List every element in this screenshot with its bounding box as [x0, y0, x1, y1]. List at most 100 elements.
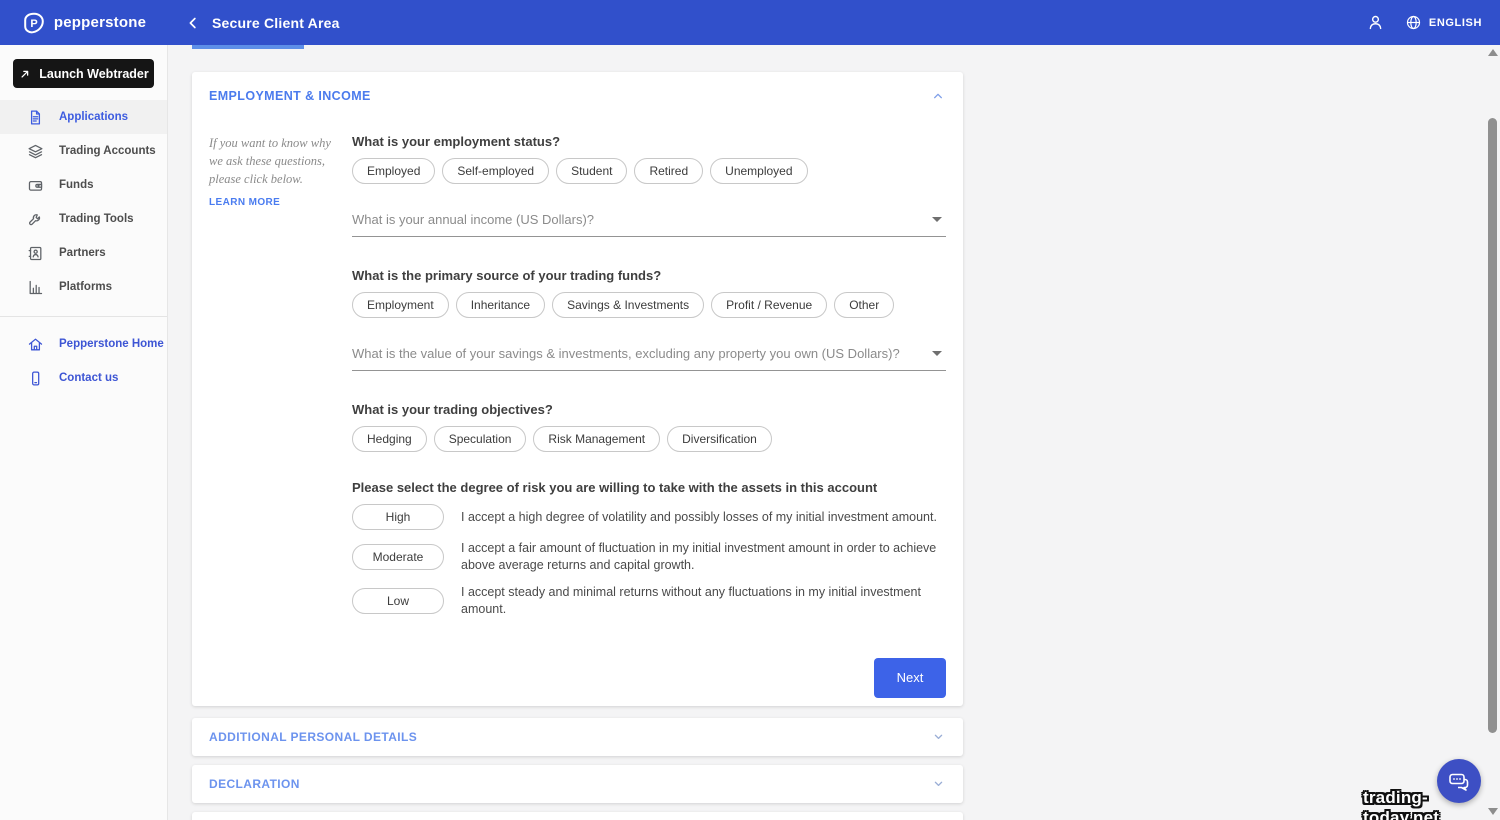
chevron-down-icon [931, 729, 946, 744]
chevron-up-icon[interactable] [930, 88, 946, 104]
risk-pill-high[interactable]: High [352, 504, 444, 530]
secure-client-area-page: P pepperstone Secure Client Area ENGLISH [0, 0, 1500, 820]
chip-risk-management[interactable]: Risk Management [533, 426, 660, 452]
sidebar-item-partners[interactable]: Partners [0, 236, 167, 270]
topbar-actions: ENGLISH [1366, 13, 1500, 32]
risk-desc-moderate: I accept a fair amount of fluctuation in… [461, 540, 946, 574]
sidebar-item-applications[interactable]: Applications [0, 100, 167, 134]
info-column: If you want to know why we ask these que… [209, 134, 335, 698]
home-icon [27, 336, 44, 353]
live-chat-button[interactable] [1437, 759, 1481, 803]
sidebar-item-label: Trading Tools [59, 213, 134, 225]
funds-source-question: What is the primary source of your tradi… [352, 268, 946, 283]
employment-income-body: If you want to know why we ask these que… [209, 134, 946, 698]
language-label: ENGLISH [1429, 17, 1482, 29]
annual-income-select[interactable]: What is your annual income (US Dollars)? [352, 212, 946, 237]
chip-employment[interactable]: Employment [352, 292, 449, 318]
declaration-section[interactable]: DECLARATION [192, 765, 963, 803]
objectives-options: Hedging Speculation Risk Management Dive… [352, 426, 946, 452]
section-title: EMPLOYMENT & INCOME [209, 89, 371, 103]
funds-source-options: Employment Inheritance Savings & Investm… [352, 292, 946, 318]
sidebar-item-funds[interactable]: Funds [0, 168, 167, 202]
risk-pill-moderate[interactable]: Moderate [352, 544, 444, 570]
learn-more-link[interactable]: LEARN MORE [209, 197, 335, 208]
sidebar-item-label: Trading Accounts [59, 145, 156, 157]
sidebar-item-trading-accounts[interactable]: Trading Accounts [0, 134, 167, 168]
sidebar-link-contact-us[interactable]: Contact us [0, 361, 167, 395]
sidebar-item-platforms[interactable]: Platforms [0, 270, 167, 304]
chevron-down-icon [931, 776, 946, 791]
risk-degree-question: Please select the degree of risk you are… [352, 480, 946, 495]
chip-diversification[interactable]: Diversification [667, 426, 772, 452]
sidebar-item-trading-tools[interactable]: Trading Tools [0, 202, 167, 236]
additional-personal-details-section[interactable]: ADDITIONAL PERSONAL DETAILS [192, 718, 963, 756]
document-icon [27, 109, 44, 126]
savings-value-placeholder: What is the value of your savings & inve… [352, 346, 900, 361]
sidebar-item-label: Funds [59, 179, 94, 191]
dropdown-arrow-icon [932, 217, 942, 222]
scroll-up-arrow-icon[interactable] [1488, 49, 1498, 56]
risk-option-moderate: Moderate I accept a fair amount of fluct… [352, 540, 946, 574]
chip-employed[interactable]: Employed [352, 158, 435, 184]
employment-income-card: EMPLOYMENT & INCOME If you want to know … [192, 72, 963, 706]
sidebar-item-label: Applications [59, 111, 128, 123]
annual-income-placeholder: What is your annual income (US Dollars)? [352, 212, 594, 227]
back-button[interactable] [184, 14, 202, 32]
risk-desc-low: I accept steady and minimal returns with… [461, 584, 946, 618]
savings-value-select[interactable]: What is the value of your savings & inve… [352, 346, 946, 371]
sidebar-item-label: Platforms [59, 281, 112, 293]
sidebar-link-pepperstone-home[interactable]: Pepperstone Home [0, 327, 167, 361]
employment-income-header[interactable]: EMPLOYMENT & INCOME [209, 88, 946, 104]
risk-pill-low[interactable]: Low [352, 588, 444, 614]
page-title: Secure Client Area [212, 15, 340, 31]
phone-icon [27, 370, 44, 387]
sidebar-divider [0, 316, 167, 317]
chip-retired[interactable]: Retired [634, 158, 703, 184]
objectives-question: What is your trading objectives? [352, 402, 946, 417]
risk-option-low: Low I accept steady and minimal returns … [352, 584, 946, 618]
launch-webtrader-button[interactable]: Launch Webtrader [13, 59, 154, 88]
dropdown-arrow-icon [932, 351, 942, 356]
globe-icon [1405, 14, 1422, 31]
launch-webtrader-label: Launch Webtrader [39, 67, 149, 81]
section-title: DECLARATION [209, 777, 300, 791]
main-content: EMPLOYMENT & INCOME If you want to know … [168, 45, 1500, 820]
chip-other[interactable]: Other [834, 292, 894, 318]
sidebar-item-label: Partners [59, 247, 106, 259]
chip-self-employed[interactable]: Self-employed [442, 158, 549, 184]
chip-student[interactable]: Student [556, 158, 627, 184]
svg-text:P: P [30, 18, 37, 30]
launch-icon [18, 67, 32, 81]
wallet-icon [27, 177, 44, 194]
employment-status-question: What is your employment status? [352, 134, 946, 149]
sidebar-link-label: Pepperstone Home [59, 338, 164, 350]
layers-icon [27, 143, 44, 160]
pepperstone-logo[interactable]: P pepperstone [0, 11, 168, 35]
chip-speculation[interactable]: Speculation [434, 426, 527, 452]
scrollbar[interactable] [1485, 45, 1500, 820]
pepperstone-mark-icon: P [22, 11, 46, 35]
employment-status-options: Employed Self-employed Student Retired U… [352, 158, 946, 184]
brand-name: pepperstone [54, 14, 146, 31]
language-selector[interactable]: ENGLISH [1405, 14, 1482, 31]
form-column: What is your employment status? Employed… [335, 134, 946, 698]
chip-inheritance[interactable]: Inheritance [456, 292, 545, 318]
chip-unemployed[interactable]: Unemployed [710, 158, 807, 184]
verification-section[interactable]: VERIFICATION [192, 812, 963, 820]
contacts-icon [27, 245, 44, 262]
back-chevron-icon [184, 14, 202, 32]
chip-hedging[interactable]: Hedging [352, 426, 427, 452]
section-title: ADDITIONAL PERSONAL DETAILS [209, 730, 417, 744]
next-button-row: Next [352, 658, 946, 698]
chat-bubble-icon [1447, 769, 1471, 793]
user-icon[interactable] [1366, 13, 1385, 32]
chip-savings-investments[interactable]: Savings & Investments [552, 292, 704, 318]
scroll-down-arrow-icon[interactable] [1488, 808, 1498, 815]
scrollbar-thumb[interactable] [1488, 118, 1497, 733]
chip-profit-revenue[interactable]: Profit / Revenue [711, 292, 827, 318]
bar-chart-icon [27, 279, 44, 296]
topbar: P pepperstone Secure Client Area ENGLISH [0, 0, 1500, 45]
risk-option-high: High I accept a high degree of volatilit… [352, 504, 946, 530]
next-button[interactable]: Next [874, 658, 946, 698]
wrench-icon [27, 211, 44, 228]
